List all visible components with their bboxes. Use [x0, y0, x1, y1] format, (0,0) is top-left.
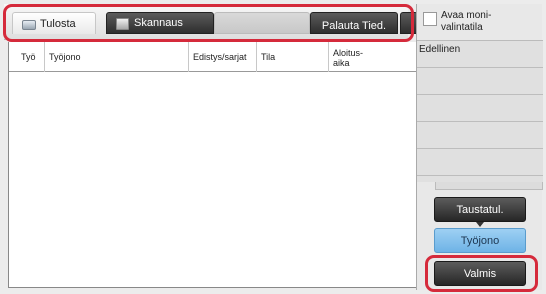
done-button[interactable]: Valmis — [434, 261, 526, 286]
multi-select-toggle[interactable]: Avaa moni- valintatila — [419, 6, 537, 40]
side-list-item[interactable] — [417, 122, 543, 149]
tab-print-label: Tulosta — [40, 17, 76, 30]
side-list-item[interactable] — [417, 68, 543, 95]
column-header-job: Työ — [17, 42, 45, 72]
side-list-item-previous[interactable]: Edellinen — [417, 41, 543, 68]
tab-reset-label: Palauta Tied. — [321, 20, 387, 32]
tab-empty — [214, 12, 310, 34]
multi-select-checkbox[interactable] — [423, 12, 437, 26]
column-header-status: Tila — [257, 42, 329, 72]
tab-scan-label: Skannaus — [134, 17, 183, 29]
column-header-start-time: Aloitus- aika — [333, 48, 364, 68]
scanner-icon — [115, 17, 129, 30]
column-header-job-queue: Työjono — [45, 42, 189, 72]
side-list-item[interactable] — [417, 149, 543, 176]
side-list-footer — [435, 182, 543, 190]
tab-print[interactable]: Tulosta — [12, 12, 96, 34]
job-status-screen: Tulosta Skannaus Palauta Tied. Työ Työjo… — [0, 0, 546, 294]
job-queue-button[interactable]: Työjono — [434, 228, 526, 253]
side-list-item[interactable] — [417, 95, 543, 122]
tab-reset-data[interactable]: Palauta Tied. — [310, 12, 398, 34]
background-print-button[interactable]: Taustatul. — [434, 197, 526, 222]
side-list: Edellinen — [417, 40, 543, 182]
multi-select-label: Avaa moni- valintatila — [441, 10, 492, 33]
job-table-body — [9, 72, 416, 287]
printer-icon — [21, 18, 36, 30]
column-header-progress: Edistys/sarjat — [189, 42, 257, 72]
tab-scan[interactable]: Skannaus — [106, 12, 214, 34]
job-table-header: Työ Työjono Edistys/sarjat Tila Aloitus-… — [9, 42, 416, 72]
job-table: Työ Työjono Edistys/sarjat Tila Aloitus-… — [8, 42, 416, 288]
mode-tab-bar: Tulosta Skannaus Palauta Tied. — [4, 4, 418, 40]
selection-arrow-icon — [476, 222, 484, 227]
